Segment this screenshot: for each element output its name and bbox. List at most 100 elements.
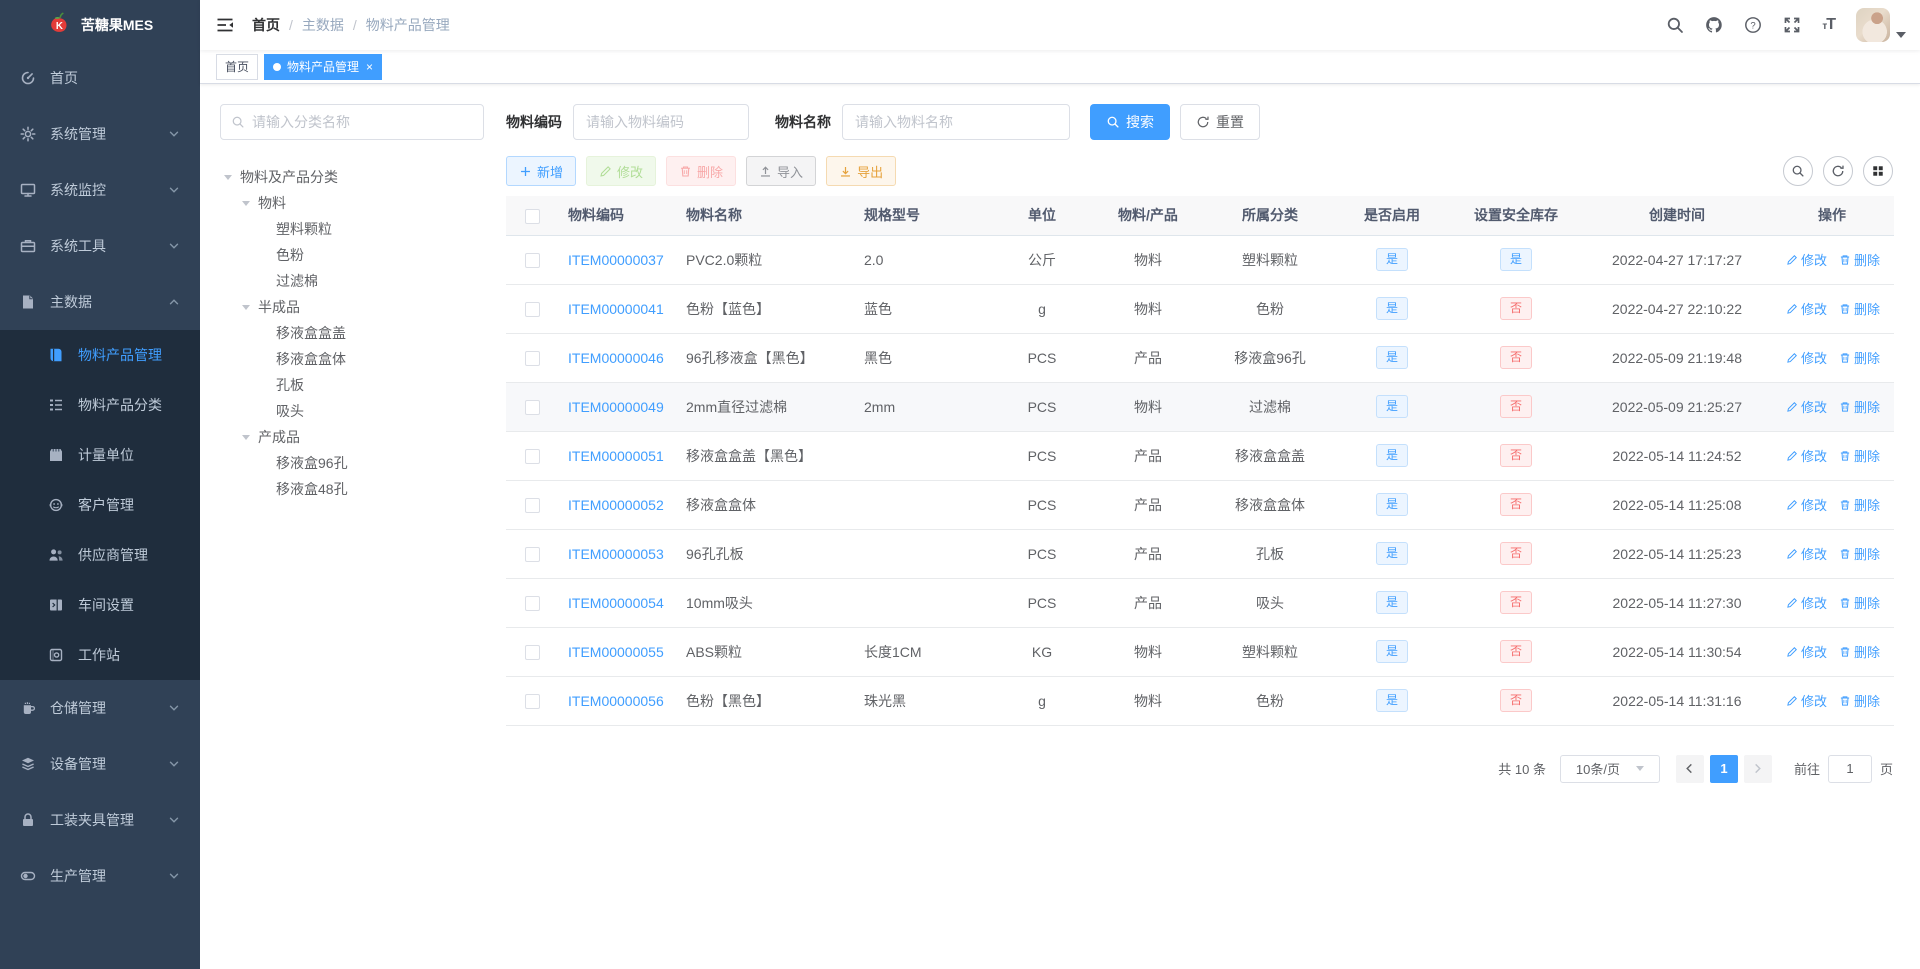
table-row[interactable]: ITEM00000053 96孔孔板 PCS 产品 孔板 是 否 2022-05-14 11:…: [506, 529, 1894, 579]
row-edit-link[interactable]: 修改: [1786, 299, 1827, 318]
tree-caret-icon[interactable]: [242, 304, 258, 310]
search-button[interactable]: 搜索: [1090, 104, 1170, 140]
sidebar-item-lock[interactable]: 工装夹具管理: [0, 792, 200, 848]
reset-button[interactable]: 重置: [1180, 104, 1260, 140]
table-row[interactable]: ITEM00000054 10mm吸头 PCS 产品 吸头 是 否 2022-05-14 11…: [506, 578, 1894, 628]
row-delete-link[interactable]: 删除: [1839, 495, 1880, 514]
row-edit-link[interactable]: 修改: [1786, 446, 1827, 465]
add-button[interactable]: 新增: [506, 156, 577, 186]
sidebar-item-toolbox[interactable]: 系统工具: [0, 218, 200, 274]
item-code-link[interactable]: ITEM00000052: [568, 497, 664, 513]
tree-node[interactable]: 吸头: [220, 398, 484, 424]
tag-material-product-management[interactable]: 物料产品管理 ×: [264, 53, 383, 80]
tree-node[interactable]: 物料: [220, 190, 484, 216]
category-search-input[interactable]: [252, 114, 473, 130]
row-delete-link[interactable]: 删除: [1839, 250, 1880, 269]
sidebar-item-customer[interactable]: 客户管理: [0, 480, 200, 530]
sidebar-item-workstation[interactable]: 工作站: [0, 630, 200, 680]
close-icon[interactable]: ×: [366, 61, 373, 73]
row-edit-link[interactable]: 修改: [1786, 642, 1827, 661]
select-all-checkbox[interactable]: [524, 208, 540, 224]
row-checkbox[interactable]: [524, 546, 540, 562]
font-size-icon[interactable]: тT: [1822, 16, 1836, 34]
sidebar-item-monitor[interactable]: 系统监控: [0, 162, 200, 218]
row-delete-link[interactable]: 删除: [1839, 299, 1880, 318]
tree-node[interactable]: 移液盒盒盖: [220, 320, 484, 346]
row-edit-link[interactable]: 修改: [1786, 397, 1827, 416]
row-checkbox[interactable]: [524, 595, 540, 611]
toggle-search-button[interactable]: [1783, 156, 1813, 186]
prev-page-button[interactable]: [1675, 754, 1704, 783]
sidebar-item-layers[interactable]: 设备管理: [0, 736, 200, 792]
tree-caret-icon[interactable]: [242, 434, 258, 440]
tree-node[interactable]: 物料及产品分类: [220, 164, 484, 190]
tag-home[interactable]: 首页: [216, 53, 259, 80]
sidebar-item-toggle[interactable]: 生产管理: [0, 848, 200, 904]
sidebar-item-suppliers[interactable]: 供应商管理: [0, 530, 200, 580]
row-edit-link[interactable]: 修改: [1786, 348, 1827, 367]
tree-node[interactable]: 移液盒48孔: [220, 476, 484, 502]
page-size-select[interactable]: 10条/页: [1559, 754, 1660, 783]
row-checkbox[interactable]: [524, 693, 540, 709]
next-page-button[interactable]: [1743, 754, 1772, 783]
item-code-link[interactable]: ITEM00000051: [568, 448, 664, 464]
row-delete-link[interactable]: 删除: [1839, 642, 1880, 661]
row-checkbox[interactable]: [524, 252, 540, 268]
breadcrumb-home[interactable]: 首页: [252, 15, 280, 35]
sidebar-item-warehouse[interactable]: 仓储管理: [0, 680, 200, 736]
user-menu[interactable]: [1856, 8, 1906, 42]
sidebar-item-book[interactable]: 物料产品管理: [0, 330, 200, 380]
refresh-button[interactable]: [1823, 156, 1853, 186]
tree-node[interactable]: 色粉: [220, 242, 484, 268]
tree-caret-icon[interactable]: [242, 200, 258, 206]
import-button[interactable]: 导入: [746, 156, 817, 186]
github-icon[interactable]: [1705, 16, 1723, 34]
row-edit-link[interactable]: 修改: [1786, 593, 1827, 612]
row-delete-link[interactable]: 删除: [1839, 691, 1880, 710]
tree-caret-icon[interactable]: [224, 174, 240, 180]
avatar[interactable]: [1856, 8, 1890, 42]
row-checkbox[interactable]: [524, 399, 540, 415]
item-code-link[interactable]: ITEM00000055: [568, 644, 664, 660]
tree-node[interactable]: 孔板: [220, 372, 484, 398]
export-button[interactable]: 导出: [826, 156, 897, 186]
search-icon[interactable]: [1666, 16, 1684, 34]
goto-page-input[interactable]: [1827, 754, 1872, 783]
sidebar-item-gear[interactable]: 系统管理: [0, 106, 200, 162]
table-row[interactable]: ITEM00000051 移液盒盒盖【黑色】 PCS 产品 移液盒盒盖 是 否 2022-05…: [506, 431, 1894, 481]
row-checkbox[interactable]: [524, 301, 540, 317]
row-delete-link[interactable]: 删除: [1839, 544, 1880, 563]
row-checkbox[interactable]: [524, 644, 540, 660]
tree-node[interactable]: 塑料颗粒: [220, 216, 484, 242]
row-delete-link[interactable]: 删除: [1839, 397, 1880, 416]
item-code-link[interactable]: ITEM00000041: [568, 301, 664, 317]
sidebar-item-database[interactable]: 主数据: [0, 274, 200, 330]
item-code-link[interactable]: ITEM00000053: [568, 546, 664, 562]
delete-button[interactable]: 删除: [666, 156, 737, 186]
row-delete-link[interactable]: 删除: [1839, 446, 1880, 465]
material-code-input[interactable]: [573, 104, 749, 140]
sidebar-item-workshop[interactable]: 车间设置: [0, 580, 200, 630]
tree-node[interactable]: 移液盒96孔: [220, 450, 484, 476]
item-code-link[interactable]: ITEM00000046: [568, 350, 664, 366]
item-code-link[interactable]: ITEM00000037: [568, 252, 664, 268]
row-checkbox[interactable]: [524, 448, 540, 464]
table-row[interactable]: ITEM00000037 PVC2.0颗粒 2.0 公斤 物料 塑料颗粒 是 是 2022-04…: [506, 235, 1894, 285]
column-settings-button[interactable]: [1863, 156, 1893, 186]
sidebar-item-dashboard[interactable]: 首页: [0, 50, 200, 106]
table-row[interactable]: ITEM00000052 移液盒盒体 PCS 产品 移液盒盒体是否 2022-05-14 …: [506, 480, 1894, 530]
help-icon[interactable]: ?: [1744, 16, 1762, 34]
row-checkbox[interactable]: [524, 350, 540, 366]
row-edit-link[interactable]: 修改: [1786, 495, 1827, 514]
tree-node[interactable]: 产成品: [220, 424, 484, 450]
table-row[interactable]: ITEM00000041 色粉【蓝色】 蓝色 g 物料 色粉 是 否 2022-04-27 22…: [506, 284, 1894, 334]
sidebar-item-list[interactable]: 物料产品分类: [0, 380, 200, 430]
row-edit-link[interactable]: 修改: [1786, 691, 1827, 710]
row-checkbox[interactable]: [524, 497, 540, 513]
sidebar-toggle-icon[interactable]: [200, 15, 250, 35]
tree-node[interactable]: 过滤棉: [220, 268, 484, 294]
table-row[interactable]: ITEM00000049 2mm直径过滤棉 2mm PCS 物料 过滤棉 是 否 2022-05…: [506, 382, 1894, 432]
page-number-button[interactable]: 1: [1709, 754, 1738, 783]
tree-node[interactable]: 半成品: [220, 294, 484, 320]
row-edit-link[interactable]: 修改: [1786, 544, 1827, 563]
